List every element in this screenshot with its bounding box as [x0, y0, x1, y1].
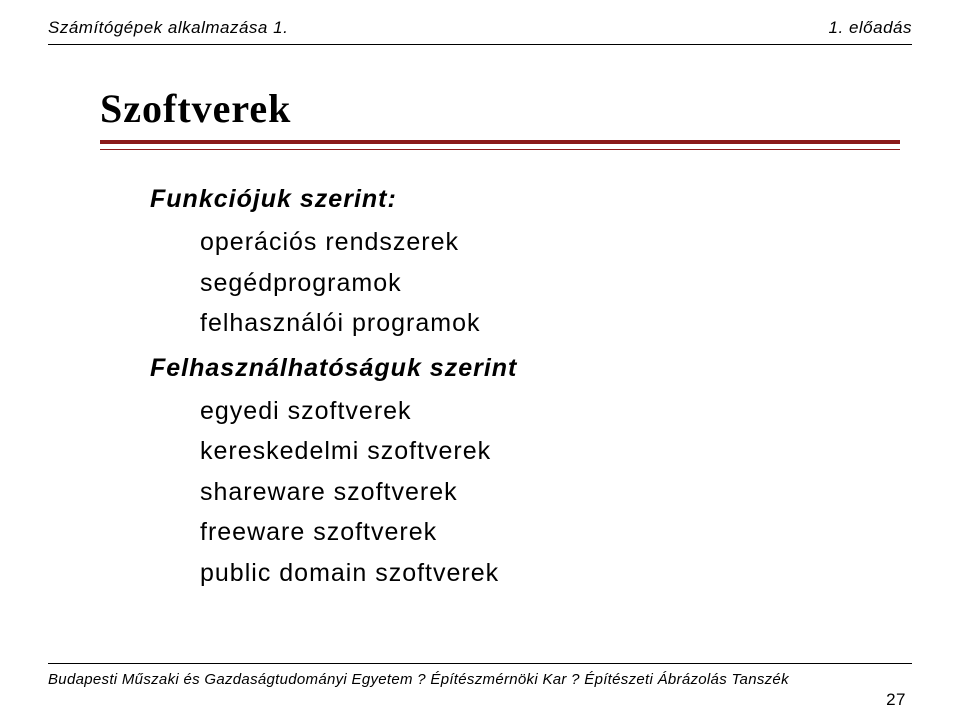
header-underline	[48, 44, 912, 45]
list-item: freeware szoftverek	[200, 512, 517, 553]
list-item: felhasználói programok	[200, 303, 517, 344]
list-item: segédprogramok	[200, 263, 517, 304]
slide-title: Szoftverek	[100, 85, 291, 132]
header-left: Számítógépek alkalmazása 1.	[48, 18, 288, 38]
section-heading-felhasznalhatosaguk: Felhasználhatóságuk szerint	[150, 354, 517, 383]
list-item: operációs rendszerek	[200, 222, 517, 263]
list-item: public domain szoftverek	[200, 553, 517, 594]
title-underline	[100, 140, 900, 150]
list-item: kereskedelmi szoftverek	[200, 431, 517, 472]
footer-text: Budapesti Műszaki és Gazdaságtudományi E…	[48, 671, 789, 688]
slide-header: Számítógépek alkalmazása 1. 1. előadás	[48, 18, 912, 38]
header-right: 1. előadás	[829, 18, 912, 38]
footer-line	[48, 663, 912, 664]
page-number: 27	[886, 690, 906, 710]
section-heading-funkciojuk: Funkciójuk szerint:	[150, 185, 517, 214]
list-item: egyedi szoftverek	[200, 391, 517, 432]
list-item: shareware szoftverek	[200, 472, 517, 513]
slide-content: Funkciójuk szerint: operációs rendszerek…	[150, 185, 517, 593]
